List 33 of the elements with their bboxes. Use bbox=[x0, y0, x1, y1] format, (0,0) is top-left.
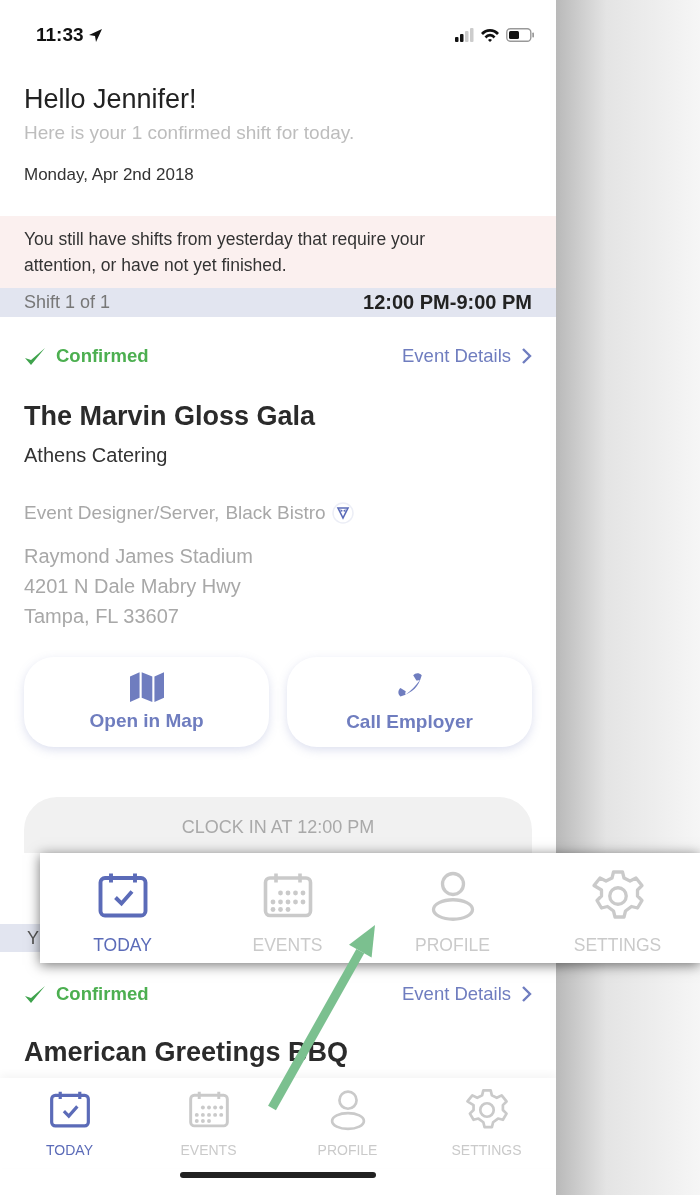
checkmark-icon bbox=[24, 346, 46, 366]
chevron-right-icon bbox=[521, 985, 532, 1003]
location-arrow-icon bbox=[87, 27, 103, 43]
wifi-icon bbox=[480, 27, 500, 43]
map-button[interactable]: Open in Map bbox=[24, 657, 269, 747]
signal-icon bbox=[455, 28, 474, 42]
chevron-right-icon bbox=[521, 347, 532, 365]
status-label: Confirmed bbox=[56, 983, 149, 1005]
status-label: Confirmed bbox=[56, 345, 149, 367]
role-label: Event Designer/Server, bbox=[24, 501, 220, 525]
checkmark-icon bbox=[24, 984, 46, 1004]
tab-button[interactable]: TODAY bbox=[0, 1078, 139, 1168]
call-button[interactable]: Call Employer bbox=[287, 657, 532, 747]
date-label: Monday, Apr 2nd 2018 bbox=[24, 164, 195, 186]
shift-time: 12:00 PM-9:00 PM bbox=[363, 291, 532, 314]
event-details-link[interactable]: Event Details bbox=[402, 983, 532, 1005]
alert-message: You still have shifts from yesterday that require your attention, or have not yet finished. bbox=[0, 216, 556, 288]
battery-icon bbox=[506, 28, 534, 42]
event-details-link[interactable]: Event Details bbox=[402, 345, 532, 367]
event-title: The Marvin Gloss Gala bbox=[24, 400, 317, 433]
clock-time: 11:33 bbox=[36, 24, 84, 46]
address-line: Raymond James Stadium bbox=[24, 544, 254, 569]
greeting-title: Hello Jennifer! bbox=[24, 83, 198, 116]
greeting-subtitle: Here is your 1 confirmed shift for today. bbox=[24, 121, 356, 145]
tab-button[interactable]: TODAY bbox=[40, 853, 205, 963]
address-line: Tampa, FL 33607 bbox=[24, 604, 180, 629]
shift-count: Shift 1 of 1 bbox=[24, 292, 111, 313]
shift-count: Y bbox=[27, 927, 39, 949]
map-icon bbox=[129, 672, 164, 702]
address-line: 4201 N Dale Mabry Hwy bbox=[24, 574, 242, 599]
company-name: Athens Catering bbox=[24, 443, 169, 468]
uniform-label: Black Bistro bbox=[225, 501, 326, 525]
tuxedo-icon bbox=[331, 502, 354, 524]
